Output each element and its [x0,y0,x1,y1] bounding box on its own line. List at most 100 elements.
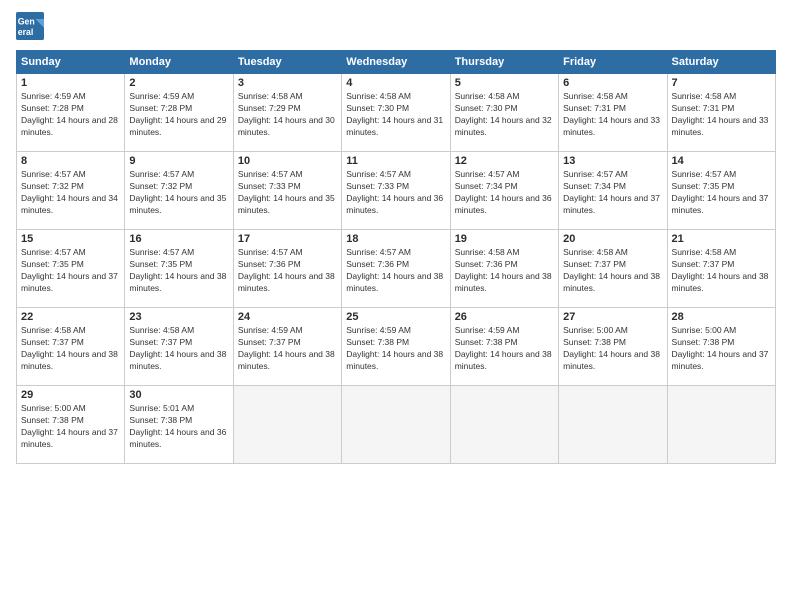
day-info: Sunrise: 4:59 AMSunset: 7:28 PMDaylight:… [129,91,228,139]
day-info: Sunrise: 4:59 AMSunset: 7:38 PMDaylight:… [346,325,445,373]
day-cell-21: 21 Sunrise: 4:58 AMSunset: 7:37 PMDayligh… [667,230,775,308]
day-info: Sunrise: 4:57 AMSunset: 7:32 PMDaylight:… [129,169,228,217]
day-cell-20: 20 Sunrise: 4:58 AMSunset: 7:37 PMDayligh… [559,230,667,308]
empty-cell [667,386,775,464]
header-cell-sunday: Sunday [17,51,125,74]
day-number: 14 [672,155,771,167]
day-number: 24 [238,311,337,323]
day-info: Sunrise: 4:57 AMSunset: 7:33 PMDaylight:… [346,169,445,217]
day-cell-29: 29 Sunrise: 5:00 AMSunset: 7:38 PMDayligh… [17,386,125,464]
day-number: 18 [346,233,445,245]
empty-cell [233,386,341,464]
day-cell-19: 19Sunrise: 4:58 AMSunset: 7:36 PMDayligh… [450,230,558,308]
day-number: 26 [455,311,554,323]
calendar-header: SundayMondayTuesdayWednesdayThursdayFrid… [17,51,776,74]
day-cell-13: 13 Sunrise: 4:57 AMSunset: 7:34 PMDayligh… [559,152,667,230]
logo-icon: Gen eral [16,12,44,40]
empty-cell [342,386,450,464]
header-cell-friday: Friday [559,51,667,74]
week-row-4: 22 Sunrise: 4:58 AMSunset: 7:37 PMDayligh… [17,308,776,386]
day-info: Sunrise: 4:57 AMSunset: 7:34 PMDaylight:… [455,169,554,217]
day-number: 29 [21,389,120,401]
day-number: 21 [672,233,771,245]
day-cell-1: 1 Sunrise: 4:59 AMSunset: 7:28 PMDaylight… [17,74,125,152]
day-cell-15: 15Sunrise: 4:57 AMSunset: 7:35 PMDayligh… [17,230,125,308]
day-number: 7 [672,77,771,89]
day-number: 1 [21,77,120,89]
day-number: 4 [346,77,445,89]
day-number: 9 [129,155,228,167]
day-cell-24: 24 Sunrise: 4:59 AMSunset: 7:37 PMDayligh… [233,308,341,386]
week-row-3: 15 Sunrise: 4:57 AMSunset: 7:35 PMDayligh… [17,230,776,308]
day-number: 3 [238,77,337,89]
day-number: 2 [129,77,228,89]
day-cell-5: 5Sunrise: 4:58 AMSunset: 7:30 PMDaylight… [450,74,558,152]
header-cell-wednesday: Wednesday [342,51,450,74]
page-container: Gen eral SundayMondayTuesdayWednesdayThu… [0,0,792,612]
day-number: 5 [455,77,554,89]
day-number: 16 [129,233,228,245]
day-cell-4: 4 Sunrise: 4:58 AMSunset: 7:30 PMDaylight… [342,74,450,152]
day-info: Sunrise: 4:57 AMSunset: 7:34 PMDaylight:… [563,169,662,217]
header-cell-monday: Monday [125,51,233,74]
day-info: Sunrise: 4:58 AMSunset: 7:37 PMDaylight:… [21,325,120,373]
day-number: 10 [238,155,337,167]
day-cell-26: 26 Sunrise: 4:59 AMSunset: 7:38 PMDayligh… [450,308,558,386]
svg-text:eral: eral [18,27,34,37]
day-cell-28: 28 Sunrise: 5:00 AMSunset: 7:38 PMDayligh… [667,308,775,386]
header: Gen eral [16,12,776,40]
day-cell-22: 22 Sunrise: 4:58 AMSunset: 7:37 PMDayligh… [17,308,125,386]
day-info: Sunrise: 4:58 AMSunset: 7:30 PMDaylight:… [346,91,445,139]
week-row-1: 1 Sunrise: 4:59 AMSunset: 7:28 PMDaylight… [17,74,776,152]
empty-cell [450,386,558,464]
day-info: Sunrise: 4:58 AMSunset: 7:31 PMDaylight:… [672,91,771,139]
day-info: Sunrise: 4:58 AMSunset: 7:37 PMDaylight:… [563,247,662,295]
day-number: 28 [672,311,771,323]
day-number: 22 [21,311,120,323]
day-info: Sunrise: 5:01 AMSunset: 7:38 PMDaylight:… [129,403,228,451]
header-row: SundayMondayTuesdayWednesdayThursdayFrid… [17,51,776,74]
day-cell-27: 27Sunrise: 5:00 AMSunset: 7:38 PMDayligh… [559,308,667,386]
day-info: Sunrise: 4:57 AMSunset: 7:36 PMDaylight:… [346,247,445,295]
day-cell-16: 16 Sunrise: 4:57 AMSunset: 7:35 PMDayligh… [125,230,233,308]
day-cell-10: 10Sunrise: 4:57 AMSunset: 7:33 PMDayligh… [233,152,341,230]
day-number: 11 [346,155,445,167]
day-number: 17 [238,233,337,245]
svg-text:Gen: Gen [18,16,35,26]
day-cell-17: 17 Sunrise: 4:57 AMSunset: 7:36 PMDayligh… [233,230,341,308]
day-cell-14: 14Sunrise: 4:57 AMSunset: 7:35 PMDayligh… [667,152,775,230]
day-cell-12: 12 Sunrise: 4:57 AMSunset: 7:34 PMDayligh… [450,152,558,230]
header-cell-thursday: Thursday [450,51,558,74]
day-number: 25 [346,311,445,323]
day-info: Sunrise: 5:00 AMSunset: 7:38 PMDaylight:… [672,325,771,373]
day-cell-8: 8 Sunrise: 4:57 AMSunset: 7:32 PMDaylight… [17,152,125,230]
header-cell-tuesday: Tuesday [233,51,341,74]
day-cell-11: 11 Sunrise: 4:57 AMSunset: 7:33 PMDayligh… [342,152,450,230]
week-row-2: 8 Sunrise: 4:57 AMSunset: 7:32 PMDaylight… [17,152,776,230]
week-row-5: 29 Sunrise: 5:00 AMSunset: 7:38 PMDayligh… [17,386,776,464]
day-info: Sunrise: 4:58 AMSunset: 7:36 PMDaylight:… [455,247,554,295]
day-info: Sunrise: 4:58 AMSunset: 7:37 PMDaylight:… [129,325,228,373]
day-cell-30: 30Sunrise: 5:01 AMSunset: 7:38 PMDayligh… [125,386,233,464]
calendar-table: SundayMondayTuesdayWednesdayThursdayFrid… [16,50,776,464]
day-info: Sunrise: 4:58 AMSunset: 7:37 PMDaylight:… [672,247,771,295]
day-cell-18: 18 Sunrise: 4:57 AMSunset: 7:36 PMDayligh… [342,230,450,308]
day-number: 6 [563,77,662,89]
day-number: 15 [21,233,120,245]
day-info: Sunrise: 4:57 AMSunset: 7:35 PMDaylight:… [129,247,228,295]
day-number: 8 [21,155,120,167]
day-cell-2: 2 Sunrise: 4:59 AMSunset: 7:28 PMDaylight… [125,74,233,152]
day-info: Sunrise: 4:59 AMSunset: 7:37 PMDaylight:… [238,325,337,373]
day-number: 23 [129,311,228,323]
day-info: Sunrise: 4:59 AMSunset: 7:38 PMDaylight:… [455,325,554,373]
day-info: Sunrise: 4:57 AMSunset: 7:36 PMDaylight:… [238,247,337,295]
day-info: Sunrise: 5:00 AMSunset: 7:38 PMDaylight:… [21,403,120,451]
day-number: 20 [563,233,662,245]
day-cell-9: 9 Sunrise: 4:57 AMSunset: 7:32 PMDaylight… [125,152,233,230]
day-info: Sunrise: 4:59 AMSunset: 7:28 PMDaylight:… [21,91,120,139]
day-number: 12 [455,155,554,167]
day-cell-7: 7 Sunrise: 4:58 AMSunset: 7:31 PMDaylight… [667,74,775,152]
day-cell-6: 6Sunrise: 4:58 AMSunset: 7:31 PMDaylight… [559,74,667,152]
day-info: Sunrise: 4:57 AMSunset: 7:32 PMDaylight:… [21,169,120,217]
day-number: 13 [563,155,662,167]
